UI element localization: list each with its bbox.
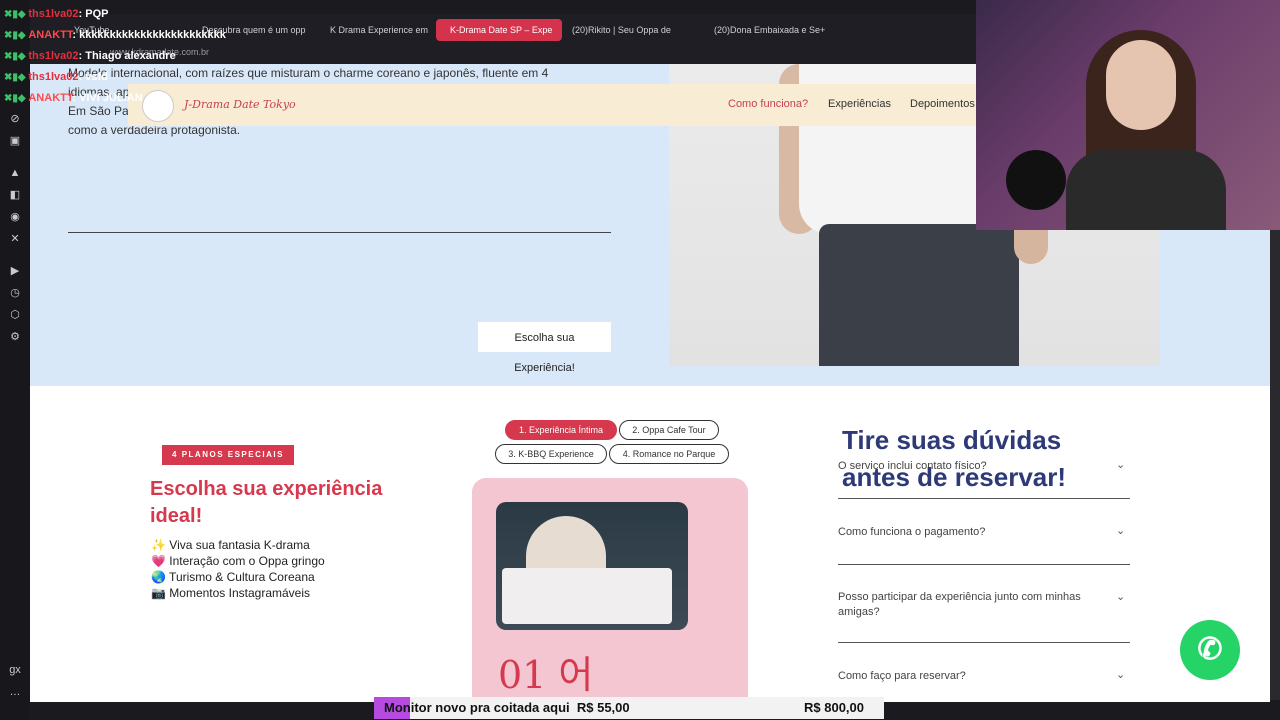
choose-experience-button[interactable]: Escolha sua Experiência! <box>478 322 611 374</box>
feature-item: 💗 Interação com o Oppa gringo <box>151 554 325 568</box>
photo-headboard <box>526 516 606 576</box>
faq-heading-line-1: Tire suas dúvidas <box>842 425 1062 455</box>
triangle-icon[interactable]: ▲ <box>8 166 22 180</box>
faq-question[interactable]: Como faço para reservar? <box>838 670 1130 682</box>
faq-heading-line-2: antes de reservar! <box>842 462 1067 492</box>
tab-rikito[interactable]: (20)Rikito | Seu Oppa de <box>558 19 692 41</box>
webcam-body <box>1066 150 1226 230</box>
chat-text: : PQP <box>78 8 109 20</box>
plans-badge: 4 PLANOS ESPECIAIS <box>162 445 294 465</box>
chat-text: : Thiago alexandre <box>78 50 176 62</box>
whatsapp-float-icon[interactable]: ✆ <box>1180 620 1240 680</box>
clock-icon[interactable]: ◷ <box>8 286 22 300</box>
chat-username: ths1lva02 <box>28 50 79 62</box>
tab-romance-no-parque[interactable]: 4. Romance no Parque <box>609 444 729 464</box>
photo-pants <box>819 224 1019 366</box>
x-icon[interactable]: ✕ <box>8 232 22 246</box>
faq-divider <box>838 564 1130 565</box>
chat-badge-icon: ✖▮◆ <box>4 72 29 83</box>
chat-message: ✖▮◆ ths1lva02: vsfd <box>4 71 304 83</box>
chat-username: ANAKTT <box>28 92 73 104</box>
faq-question[interactable]: Como funciona o pagamento? <box>838 526 1130 538</box>
chevron-down-icon[interactable]: ⌄ <box>1116 668 1125 681</box>
chat-username: ANAKTT <box>28 29 73 41</box>
tab-oppa-cafe-tour[interactable]: 2. Oppa Cafe Tour <box>619 420 719 440</box>
chat-text: : kkkkkkkkkkkkkkkkkkkkkkkk <box>72 29 226 41</box>
ticker-title: Monitor novo pra coitada aqui <box>384 700 570 715</box>
goal-ticker: Monitor novo pra coitada aqui R$ 55,00 R… <box>374 697 884 719</box>
webcam-face <box>1106 40 1176 130</box>
experience-card[interactable]: 01 어 <box>472 478 748 702</box>
chat-message: ✖▮◆ ths1lva02: Thiago alexandre <box>4 50 304 62</box>
site-navbar: J-Drama Date Tokyo Como funciona? Experi… <box>128 84 976 126</box>
chat-username: ths1lva02 <box>28 8 79 20</box>
chat-username: ths1lva02 <box>28 71 79 83</box>
nav-experiences[interactable]: Experiências <box>828 98 891 110</box>
chat-badge-icon: ✖▮◆ <box>4 9 29 20</box>
m-app-icon[interactable]: ▣ <box>8 134 22 148</box>
nav-testimonials[interactable]: Depoimentos <box>910 98 975 110</box>
feature-item: 📷 Momentos Instagramáveis <box>151 586 310 600</box>
hero-divider <box>68 232 611 233</box>
nav-how-it-works[interactable]: Como funciona? <box>728 98 808 110</box>
cube-icon[interactable]: ⬡ <box>8 308 22 322</box>
ticker-current: R$ 55,00 <box>576 700 630 715</box>
twitch-icon[interactable]: ◧ <box>8 188 22 202</box>
plans-title: Escolha sua experiência ideal! <box>150 478 383 527</box>
chevron-down-icon[interactable]: ⌄ <box>1116 590 1125 603</box>
tab-kdrama-experience[interactable]: K Drama Experience em <box>316 19 442 41</box>
chevron-down-icon[interactable]: ⌄ <box>1116 524 1125 537</box>
bedroom-photo <box>496 502 688 630</box>
streamer-webcam <box>976 0 1280 230</box>
webcam-microphone <box>1006 150 1066 210</box>
more-icon[interactable]: … <box>8 685 22 699</box>
chat-badge-icon: ✖▮◆ <box>4 51 29 62</box>
app-sidebar: ⊘ ▣ ▲ ◧ ◉ ✕ ▶ ◷ ⬡ ⚙ gx … <box>0 0 30 720</box>
ticker-goal: R$ 800,00 <box>804 700 864 715</box>
chat-message: ✖▮◆ ANAKTT: VIVI JULIAN <box>4 92 304 104</box>
ticker-label: Monitor novo pra coitada aqui R$ 55,00 <box>384 700 630 715</box>
faq-heading: Tire suas dúvidas antes de reservar! <box>842 422 1142 496</box>
pin-icon[interactable]: ⊘ <box>8 112 22 126</box>
chat-text: : VIVI JULIAN <box>72 92 143 104</box>
settings-icon[interactable]: ⚙ <box>8 330 22 344</box>
tab-kbbq-experience[interactable]: 3. K-BBQ Experience <box>495 444 607 464</box>
whatsapp-icon[interactable]: ◉ <box>8 210 22 224</box>
photo-bed <box>502 568 672 624</box>
chat-badge-icon: ✖▮◆ <box>4 93 29 104</box>
faq-question[interactable]: Posso participar da experiência junto co… <box>838 590 1088 620</box>
new-tab-button[interactable]: + <box>810 19 840 41</box>
feature-item: ✨ Viva sua fantasia K-drama <box>151 538 310 552</box>
tab-experiencia-intima[interactable]: 1. Experiência Íntima <box>505 420 617 440</box>
tab-kdrama-date[interactable]: K-Drama Date SP – Expe <box>436 19 562 41</box>
gx-icon[interactable]: gx <box>8 663 22 677</box>
feature-item: 🌏 Turismo & Cultura Coreana <box>151 570 315 584</box>
card-script-text: 01 어 <box>498 653 594 697</box>
chat-text: : vsfd <box>78 71 108 83</box>
chat-badge-icon: ✖▮◆ <box>4 30 29 41</box>
play-icon[interactable]: ▶ <box>8 264 22 278</box>
faq-divider <box>838 642 1130 643</box>
page-scrollbar[interactable] <box>1270 230 1280 700</box>
faq-divider <box>838 498 1130 499</box>
chat-message: ✖▮◆ ANAKTT: kkkkkkkkkkkkkkkkkkkkkkkk <box>4 29 304 41</box>
chat-message: ✖▮◆ ths1lva02: PQP <box>4 8 304 20</box>
